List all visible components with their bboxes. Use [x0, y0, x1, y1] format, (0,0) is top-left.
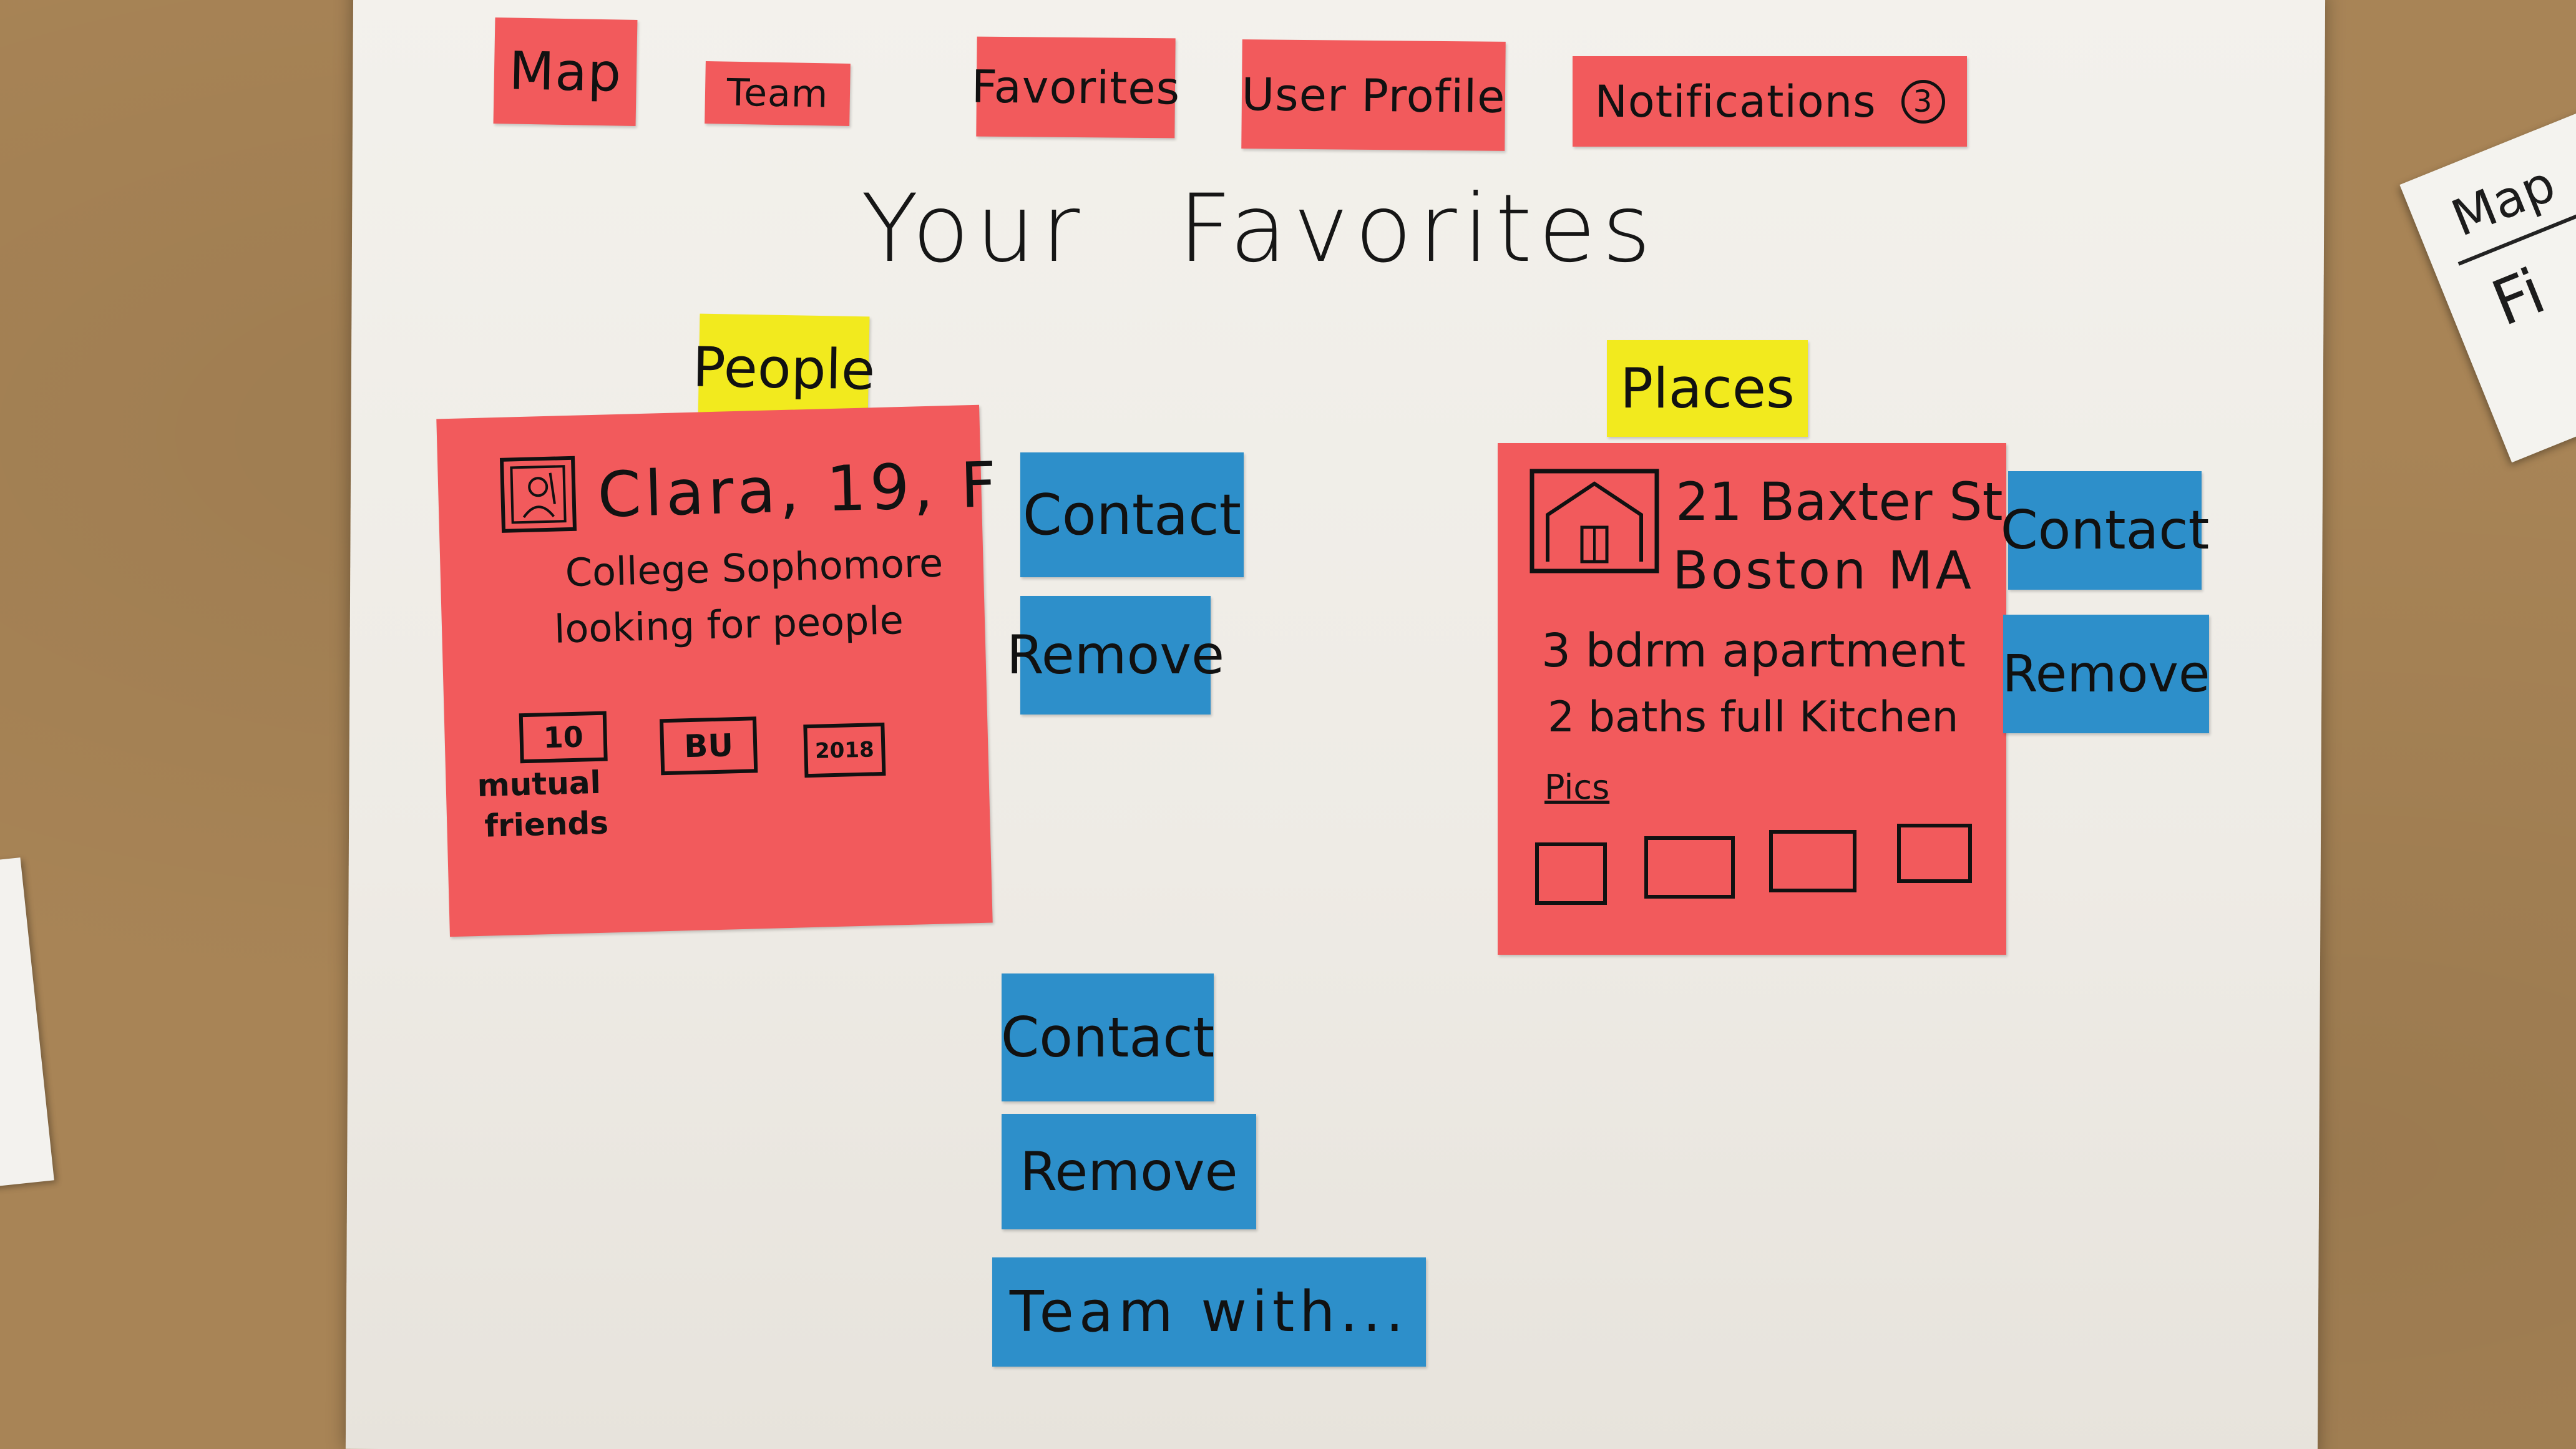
- page-title: Your Favorites: [861, 175, 1657, 283]
- places-label-text: Places: [1620, 356, 1795, 421]
- person-contact-label: Contact: [1022, 482, 1242, 548]
- team-with-button[interactable]: Team with...: [992, 1257, 1426, 1367]
- person-remove-label: Remove: [1007, 624, 1224, 686]
- notification-count: 3: [1913, 84, 1933, 119]
- place-address-line-1: 21 Baxter St,: [1676, 471, 2020, 532]
- place-photo-3[interactable]: [1769, 830, 1856, 892]
- notification-count-badge: 3: [1901, 79, 1945, 124]
- bottom-remove-button[interactable]: Remove: [1002, 1114, 1256, 1229]
- bottom-remove-label: Remove: [1020, 1140, 1238, 1203]
- tab-favorites-label: Favorites: [971, 60, 1181, 115]
- tab-favorites[interactable]: Favorites: [972, 36, 1180, 139]
- tab-user-profile[interactable]: User Profile: [1241, 39, 1506, 151]
- place-remove-label: Remove: [2002, 644, 2210, 704]
- person-name-line: Clara, 19, F: [597, 447, 1002, 532]
- tab-map-label: Map: [509, 40, 622, 104]
- place-pics-label: Pics: [1544, 768, 1610, 807]
- tab-notifications[interactable]: Notifications 3: [1573, 56, 1967, 147]
- person-portrait-icon: [499, 456, 577, 533]
- tab-user-profile-label: User Profile: [1241, 67, 1506, 123]
- place-remove-button[interactable]: Remove: [2002, 615, 2210, 733]
- house-icon: [1529, 468, 1660, 574]
- places-section-label: Places: [1607, 340, 1808, 437]
- mutual-friends-label-1: mutual: [476, 764, 602, 804]
- year-badge-value: 2018: [814, 736, 875, 764]
- place-detail-line-2: 2 baths full Kitchen: [1548, 693, 1959, 742]
- house-drawing: [1530, 469, 1659, 573]
- place-detail-line-1: 3 bdrm apartment: [1541, 624, 1966, 678]
- school-badge-value: BU: [683, 727, 734, 765]
- place-photo-2[interactable]: [1644, 836, 1735, 899]
- year-badge: 2018: [803, 722, 886, 778]
- tab-team-label: Team: [726, 71, 829, 117]
- place-photo-4[interactable]: [1897, 824, 1972, 883]
- place-card[interactable]: 21 Baxter St, Boston MA 3 bdrm apartment…: [1498, 443, 2019, 955]
- people-label-text: People: [691, 334, 876, 402]
- team-with-label: Team with...: [1009, 1279, 1409, 1345]
- school-badge: BU: [659, 716, 758, 776]
- place-address-line-2: Boston MA: [1672, 540, 1974, 601]
- people-section-label: People: [692, 313, 876, 423]
- mutual-friends-count: 10: [519, 711, 608, 764]
- side-paper-text-2: Fi: [2482, 254, 2555, 341]
- bottom-contact-label: Contact: [1000, 1005, 1215, 1070]
- tab-notifications-label: Notifications: [1594, 76, 1876, 127]
- side-paper-text-1: Map: [2444, 154, 2564, 248]
- tab-team[interactable]: Team: [705, 61, 851, 127]
- person-card[interactable]: Clara, 19, F College Sophomore looking f…: [436, 404, 1001, 937]
- place-photo-1[interactable]: [1535, 842, 1607, 905]
- person-portrait-drawing: [510, 465, 567, 524]
- mutual-friends-count-value: 10: [542, 720, 584, 755]
- place-contact-button[interactable]: Contact: [2001, 471, 2209, 590]
- person-remove-button[interactable]: Remove: [1007, 596, 1224, 715]
- person-desc-line-1: College Sophomore: [564, 540, 944, 596]
- person-desc-line-2: looking for people: [554, 597, 904, 652]
- bottom-contact-button[interactable]: Contact: [1000, 973, 1215, 1101]
- tab-map[interactable]: Map: [493, 17, 638, 126]
- place-contact-label: Contact: [2000, 499, 2210, 562]
- person-contact-button[interactable]: Contact: [1020, 452, 1244, 577]
- mutual-friends-label-2: friends: [484, 804, 609, 844]
